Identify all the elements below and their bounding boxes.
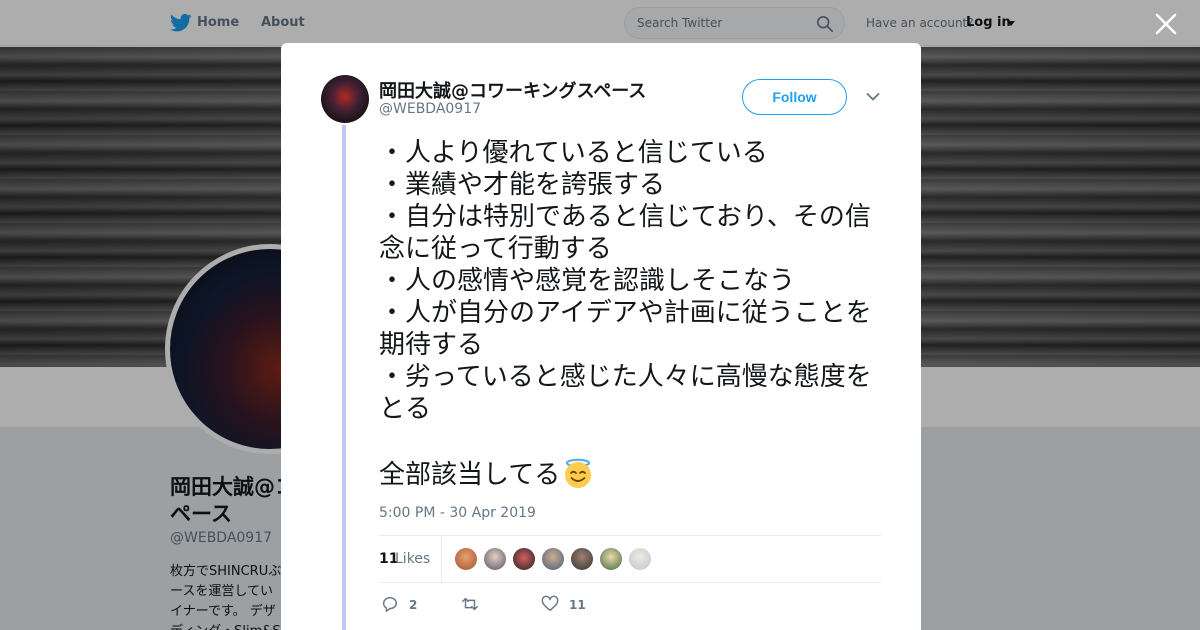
tweet-text: ・人より優れていると信じている ・業績や才能を誇張する ・自分は特別であると信じ… <box>379 138 872 490</box>
liker-avatar[interactable] <box>599 547 623 571</box>
liker-avatar[interactable] <box>512 547 536 571</box>
stats-divider <box>441 536 442 582</box>
tweet-body: ・人より優れていると信じている ・業績や才能を誇張する ・自分は特別であると信じ… <box>379 137 889 491</box>
reply-count: 2 <box>409 598 418 612</box>
liker-avatar[interactable] <box>628 547 652 571</box>
liker-avatar[interactable] <box>541 547 565 571</box>
author-avatar[interactable] <box>321 75 369 123</box>
follow-button[interactable]: Follow <box>742 79 847 115</box>
close-icon[interactable] <box>1154 12 1178 36</box>
liker-avatar[interactable] <box>454 547 478 571</box>
liker-avatar[interactable] <box>483 547 507 571</box>
tweet-stats: 11 Likes <box>379 535 881 583</box>
retweet-icon[interactable] <box>461 595 479 613</box>
author-name[interactable]: 岡田大誠@コワーキングスペース <box>379 77 646 103</box>
halo-face-emoji-icon <box>565 458 592 488</box>
tweet-timestamp[interactable]: 5:00 PM - 30 Apr 2019 <box>379 505 536 521</box>
heart-icon[interactable] <box>541 595 559 613</box>
likes-label[interactable]: Likes <box>395 551 430 567</box>
liker-avatar[interactable] <box>570 547 594 571</box>
tweet-actions: 2 11 <box>379 591 881 621</box>
author-handle[interactable]: @WEBDA0917 <box>379 101 481 117</box>
tweet-modal: 岡田大誠@コワーキングスペース @WEBDA0917 Follow ・人より優れ… <box>281 43 921 630</box>
chevron-down-icon[interactable] <box>866 92 880 102</box>
reply-icon[interactable] <box>381 595 399 613</box>
like-count: 11 <box>569 598 586 612</box>
thread-line <box>342 125 346 630</box>
